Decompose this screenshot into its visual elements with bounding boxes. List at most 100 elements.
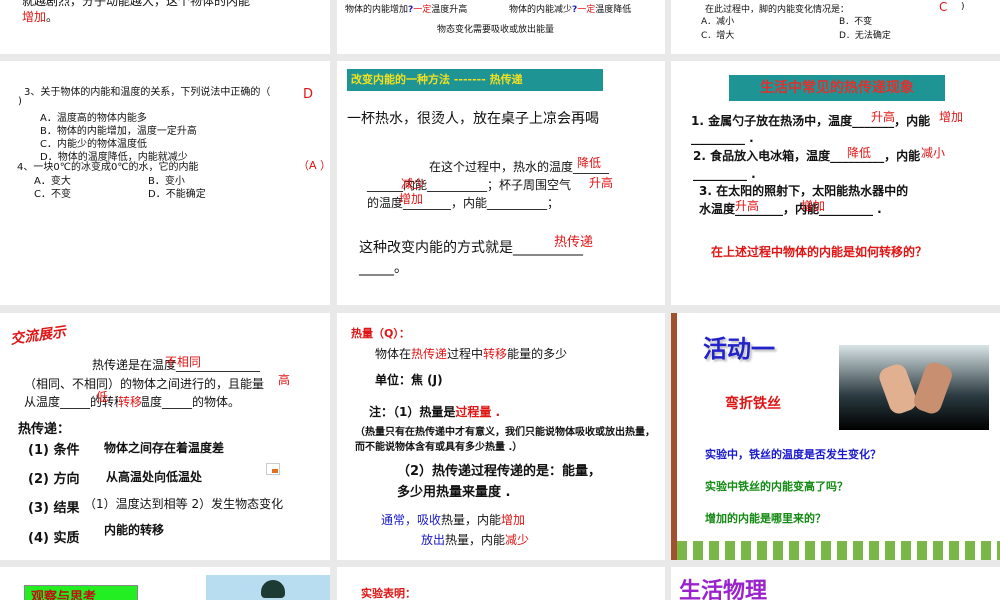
text: （相同、不相同）的物体之间进行的，且能量 (24, 377, 265, 391)
value: 内能的转移 (104, 523, 165, 537)
answer: 增加 (22, 10, 47, 24)
question: 在上述过程中物体的内能是如何转移的？ (711, 245, 928, 259)
heading: 热传递： (18, 422, 71, 437)
slide-thumbnail[interactable]: 3、关于物体的内能和温度的关系，下列说法中正确的（ ) D A．温度高的物体内能… (0, 61, 330, 305)
answer: 升高 (589, 176, 614, 190)
text: 能量的多少 (507, 347, 568, 361)
label: (2) 方向 (28, 472, 80, 487)
bending-wire-photo (839, 345, 989, 430)
keyword: 转移 (483, 347, 508, 361)
slide-thumbnail[interactable]: 实验表明： (337, 567, 665, 600)
slide-thumbnail[interactable]: 交流展示 热传递是在温度______________ （相同、不相同）的物体之间… (0, 313, 330, 560)
tree-border-decoration (677, 541, 1000, 560)
slide-thumbnail[interactable]: 改变内能的一种方法 ------- 热传递 一杯热水，很烫人，放在桌子上凉会再喝… (337, 61, 665, 305)
text: 的温度________，内能__________； (367, 196, 560, 210)
slide-thumbnail[interactable]: 生活物理 (671, 567, 1000, 600)
slide-title: 生活中常见的热传递现象 (729, 75, 945, 101)
slide-thumbnail[interactable]: 观察与思考 (0, 567, 330, 600)
text: 过程中 (447, 347, 484, 361)
text: 热量，内能 (441, 513, 502, 527)
answer: 增加 (939, 110, 964, 124)
question: 实验中铁丝的内能变高了吗？ (705, 480, 848, 493)
embedded-object-icon (266, 463, 280, 475)
value: 从高温处向低温处 (106, 470, 203, 484)
question: 4、一块0℃的冰变成0℃的水，它的内能 (17, 162, 199, 173)
option: C．增大 (701, 31, 735, 41)
photo (206, 575, 330, 600)
text: 。 (46, 10, 59, 24)
option: D．无法确定 (839, 31, 891, 41)
slide-title: 活动一 (703, 335, 775, 363)
value: 物体之间存在着温度差 (104, 441, 225, 455)
logo: 交流展示 (9, 324, 67, 348)
text: 单位：焦 (J) (375, 373, 443, 387)
text: 放出 (421, 533, 446, 547)
answer: 高 (278, 373, 291, 387)
text: 水温度________，内能_________ . (699, 202, 882, 216)
answer: 升高 (735, 199, 760, 213)
text: 物体的内能减少 (509, 5, 573, 15)
slide-title: 实验表明： (361, 587, 416, 600)
decorative-border (671, 313, 677, 560)
text: ______内能__________；杯子周围空气 (367, 178, 572, 192)
text: 一杯热水，很烫人，放在桌子上凉会再喝 (347, 111, 599, 127)
label: (1) 条件 (28, 443, 80, 458)
answer: 热传递 (554, 235, 594, 250)
answer: （A ） (298, 159, 330, 172)
slide-thumbnail[interactable]: 热量（Q）： 物体在热传递过程中转移能量的多少 单位：焦 (J) 注：（1）热量… (337, 313, 665, 560)
text: _________ . (693, 167, 756, 181)
text: 一定 (413, 5, 432, 15)
slide-title: 生活物理 (679, 579, 768, 600)
answer: 低 (96, 390, 109, 404)
slide-title: 改变内能的一种方法 ------- 热传递 (347, 69, 603, 91)
option: A．减小 (701, 17, 735, 27)
question: 实验中，铁丝的温度是否发生变化？ (705, 448, 881, 461)
answer: 不相同 (165, 355, 202, 369)
question: 3、关于物体的内能和温度的关系，下列说法中正确的（ (24, 87, 271, 98)
answer: 升高 (871, 110, 896, 124)
text: 物体在 (375, 347, 412, 361)
text: 2. 食品放入电冰箱，温度_________，内能 (693, 149, 921, 163)
answer: 降低 (847, 146, 872, 160)
keyword: 减少 (505, 533, 530, 547)
slide-thumbnail[interactable]: 就越剧烈，分子动能越大，这个物体的内能 增加。 (0, 0, 330, 54)
text: 一定 (577, 5, 596, 15)
slide-thumbnail[interactable]: 活动一 弯折铁丝 实验中，铁丝的温度是否发生变化？ 实验中铁丝的内能变高了吗？ … (671, 313, 1000, 560)
text: ) (961, 2, 965, 12)
text: 温度降低 (595, 5, 632, 15)
text: 多少用热量来量度 . (397, 485, 511, 500)
answer: 减小 (921, 146, 946, 160)
text: 热量，内能 (445, 533, 506, 547)
option: D．不能确定 (148, 189, 206, 200)
text: 物体的内能增加 (345, 5, 409, 15)
keyword: 过程量 . (455, 405, 501, 419)
keyword: 转移 (118, 393, 143, 410)
text: 注：（1）热量是 (369, 405, 456, 419)
text: 这种改变内能的方式就是__________ (359, 240, 583, 256)
answer: C (939, 0, 948, 14)
slide-thumbnail[interactable]: 生活中常见的热传递现象 1. 金属勺子放在热汤中，温度_______，内能 __… (671, 61, 1000, 305)
text: _________ . (691, 131, 754, 145)
heading: 热量（Q）： (351, 327, 410, 340)
answer: D (303, 87, 314, 102)
answer: 降低 (577, 156, 602, 170)
keyword: 热传递 (411, 347, 448, 361)
value: （1）温度达到相等 2）发生物态变化 (84, 497, 284, 511)
text: _____。 (359, 260, 408, 276)
text: 通常，吸收 (381, 513, 442, 527)
answer: 增加 (399, 192, 424, 206)
slide-title: 观察与思考 (24, 585, 138, 600)
text: （2）热传递过程传递的是：能量， (397, 464, 602, 479)
text: 物态变化需要吸收或放出能量 (437, 25, 555, 35)
question: 增加的内能是哪里来的？ (705, 512, 826, 525)
keyword: 增加 (501, 513, 526, 527)
option: C．不变 (34, 189, 71, 200)
answer: 增加 (801, 199, 826, 213)
text: ) (18, 96, 22, 107)
slide-thumbnail[interactable]: 物体的内能增加?一定温度升高 物体的内能减少?一定温度降低 物态变化需要吸收或放… (337, 0, 665, 54)
subtitle: 弯折铁丝 (725, 396, 781, 412)
text: 温度升高 (431, 5, 468, 15)
slide-thumbnail[interactable]: 在此过程中，脚的内能变化情况是： C ) A．减小 B．不变 C．增大 D．无法… (671, 0, 1000, 54)
option: B．不变 (839, 17, 873, 27)
note: （热量只有在热传递中才有意义，我们只能说物体吸收或放出热量，而不能说物体含有或具… (355, 427, 655, 453)
